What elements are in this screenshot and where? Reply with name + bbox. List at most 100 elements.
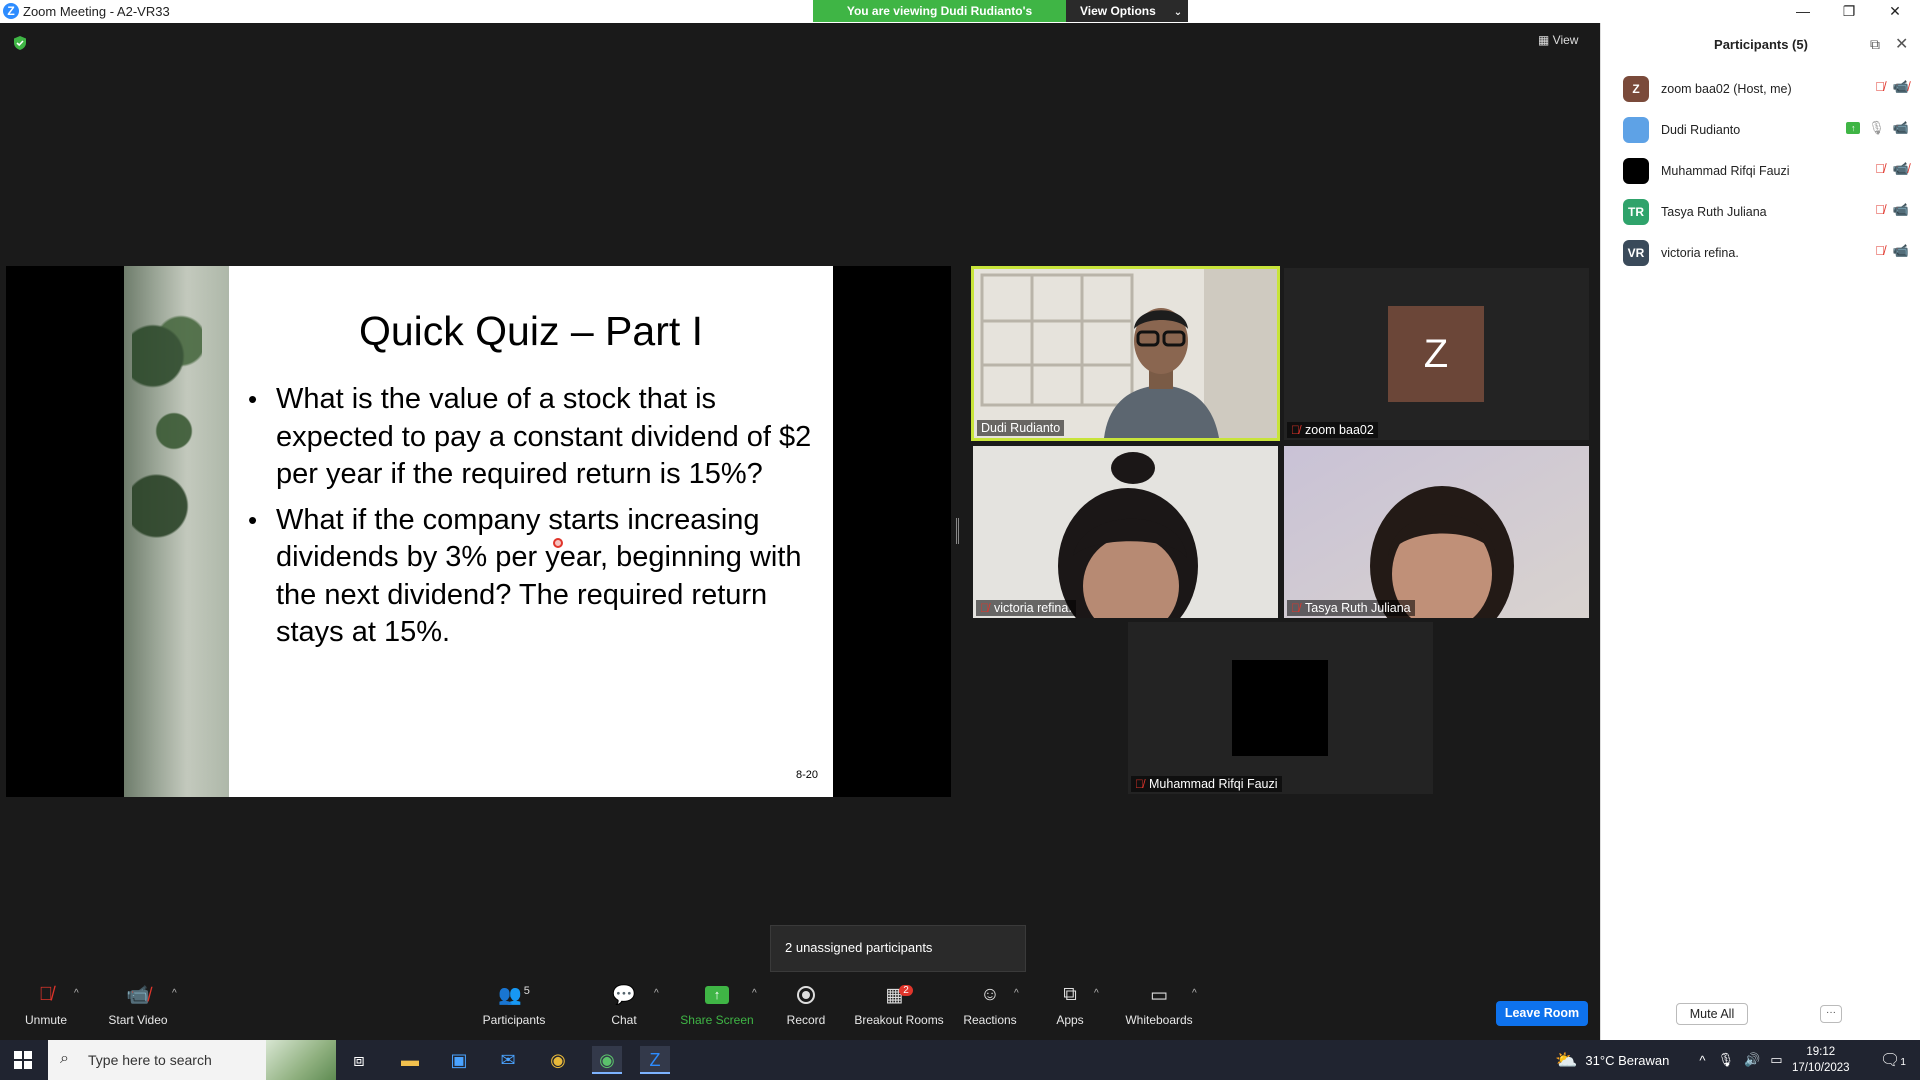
apps-button[interactable]: ⧉ Apps — [1052, 980, 1088, 1040]
mic-muted-icon: 🎙̸ — [38, 984, 54, 1005]
reactions-button[interactable]: ☺ Reactions — [962, 980, 1018, 1040]
mic-muted-icon: 🎙̸ — [1291, 601, 1300, 615]
participant-row[interactable]: Muhammad Rifqi Fauzi 🎙̸ 📹̸ — [1623, 157, 1909, 185]
start-video-button[interactable]: 📹̸ Start Video — [104, 980, 172, 1040]
close-panel-icon[interactable]: ✕ — [1895, 34, 1908, 54]
audio-options-chevron-icon[interactable]: ^ — [74, 988, 79, 999]
clock-date: 17/10/2023 — [1792, 1062, 1850, 1074]
record-button[interactable]: Record — [784, 980, 828, 1040]
zoom-app-icon[interactable]: Z — [640, 1046, 670, 1074]
chat-icon: 💬 — [612, 985, 636, 1006]
unmute-button[interactable]: 🎙̸ Unmute — [20, 980, 72, 1040]
more-options-button[interactable]: ··· — [1820, 1005, 1842, 1023]
windows-taskbar: ⌕ Type here to search ⧈ ▬ ▣ ✉ ◉ ◉ Z ⛅ 31… — [0, 1040, 1920, 1080]
microsoft-store-icon[interactable]: ▣ — [444, 1046, 474, 1074]
participant-name-label: 🎙̸ zoom baa02 — [1287, 422, 1378, 438]
windows-start-icon[interactable] — [14, 1051, 32, 1069]
split-view-drag-handle[interactable] — [956, 518, 959, 544]
zoom-logo-icon: Z — [3, 3, 19, 19]
video-tile-dudi[interactable]: Dudi Rudianto — [971, 266, 1280, 441]
weather-icon[interactable]: ⛅ — [1555, 1050, 1577, 1071]
popout-icon[interactable]: ⧉ — [1870, 36, 1880, 53]
breakout-rooms-button[interactable]: ▦ 2 Breakout Rooms — [854, 980, 944, 1040]
chat-label: Chat — [611, 1013, 637, 1027]
meeting-toolbar: 🎙̸ Unmute ^ 📹̸ Start Video ^ 👥 5 Particip… — [0, 980, 1600, 1040]
restore-button[interactable]: ❐ — [1826, 0, 1872, 23]
speaker-icon[interactable]: 🔊 — [1744, 1052, 1760, 1068]
video-off-icon: 📹̸ — [126, 985, 150, 1006]
mic-muted-icon: 🎙̸ — [1135, 777, 1144, 791]
participants-count: 5 — [523, 985, 530, 997]
share-screen-button[interactable]: ↑ Share Screen — [680, 980, 754, 1040]
whiteboards-options-chevron-icon[interactable]: ^ — [1192, 988, 1197, 999]
chat-options-chevron-icon[interactable]: ^ — [654, 988, 659, 999]
weather-text[interactable]: 31°C Berawan — [1585, 1053, 1669, 1068]
participants-panel: Participants (5) ⧉ ✕ Z zoom baa02 (Host,… — [1600, 23, 1920, 1040]
view-layout-button[interactable]: ▦ View — [1538, 33, 1578, 47]
close-window-button[interactable]: ✕ — [1872, 0, 1918, 23]
apps-label: Apps — [1056, 1013, 1084, 1027]
participant-name: Muhammad Rifqi Fauzi — [1661, 164, 1790, 178]
viewing-screen-label: You are viewing Dudi Rudianto's screen — [813, 0, 1066, 40]
screen-sharing-icon: ↑ — [1846, 122, 1861, 134]
breakout-rooms-icon: ▦ 2 — [854, 980, 944, 1010]
video-icon: 📹 — [1892, 202, 1909, 217]
video-tile-tasya[interactable]: 🎙̸ Tasya Ruth Juliana — [1284, 446, 1589, 618]
notification-count: 1 — [1900, 1057, 1906, 1068]
remote-cursor-indicator — [553, 538, 563, 548]
participant-name: Tasya Ruth Juliana — [1661, 205, 1767, 219]
participant-row[interactable]: Dudi Rudianto ↑ 🎙 📹 — [1623, 116, 1909, 144]
view-options-button[interactable]: View Options ⌄ — [1066, 0, 1188, 22]
show-hidden-icons-icon[interactable]: ^ — [1699, 1053, 1705, 1068]
slide-bullet: What is the value of a stock that is exp… — [248, 381, 821, 494]
search-icon: ⌕ — [60, 1050, 69, 1067]
record-icon — [784, 980, 828, 1010]
chrome-profile-icon[interactable]: ◉ — [592, 1046, 622, 1074]
chrome-icon[interactable]: ◉ — [543, 1046, 573, 1074]
tasya-video-feed — [1284, 446, 1589, 618]
video-options-chevron-icon[interactable]: ^ — [172, 988, 177, 999]
mail-icon[interactable]: ✉ — [493, 1046, 523, 1074]
network-icon[interactable]: ▭ — [1770, 1052, 1782, 1068]
participant-name: Dudi Rudianto — [1661, 123, 1741, 137]
unassigned-participants-popup[interactable]: 2 unassigned participants — [770, 925, 1026, 972]
video-tile-victoria[interactable]: 🎙̸ victoria refina. — [973, 446, 1278, 618]
unmute-label: Unmute — [24, 1013, 68, 1027]
participants-icon: 👥 5 — [498, 985, 530, 1006]
taskbar-search-box[interactable]: ⌕ Type here to search — [48, 1040, 336, 1080]
whiteboards-label: Whiteboards — [1125, 1013, 1193, 1027]
view-layout-label: View — [1552, 33, 1579, 47]
slide-title: Quick Quiz – Part I — [358, 308, 704, 354]
taskbar-clock[interactable]: 19:12 17/10/2023 — [1792, 1044, 1850, 1076]
share-screen-icon: ↑ — [680, 980, 754, 1010]
mute-all-button[interactable]: Mute All — [1676, 1003, 1748, 1025]
participant-name-label: 🎙̸ Muhammad Rifqi Fauzi — [1131, 776, 1282, 792]
leave-room-button[interactable]: Leave Room — [1496, 1001, 1588, 1026]
video-tile-muhammad[interactable]: 🎙̸ Muhammad Rifqi Fauzi — [1128, 622, 1433, 794]
video-off-icon: 📹̸ — [1892, 79, 1909, 94]
participant-name-label: 🎙̸ victoria refina. — [976, 600, 1076, 616]
microphone-icon[interactable]: 🎙 — [1718, 1052, 1735, 1068]
avatar — [1623, 117, 1649, 143]
participant-row[interactable]: VR victoria refina. 🎙̸ 📹 — [1623, 239, 1909, 267]
participant-row[interactable]: Z zoom baa02 (Host, me) 🎙̸ 📹̸ — [1623, 75, 1909, 103]
file-explorer-icon[interactable]: ▬ — [395, 1046, 425, 1074]
apps-options-chevron-icon[interactable]: ^ — [1094, 988, 1099, 999]
window-title: Zoom Meeting - A2-VR33 — [23, 4, 170, 19]
security-shield-icon[interactable] — [12, 35, 28, 51]
chevron-down-icon: ⌄ — [1173, 7, 1183, 18]
participants-button[interactable]: 👥 5 Participants — [478, 980, 550, 1040]
reactions-options-chevron-icon[interactable]: ^ — [1014, 988, 1019, 999]
participant-row[interactable]: TR Tasya Ruth Juliana 🎙̸ 📹 — [1623, 198, 1909, 226]
participant-name-label: 🎙̸ Tasya Ruth Juliana — [1287, 600, 1415, 616]
chat-button[interactable]: 💬 Chat — [604, 980, 644, 1040]
whiteboards-button[interactable]: ▭ Whiteboards — [1124, 980, 1194, 1040]
notifications-icon[interactable]: 🗨1 — [1880, 1050, 1906, 1070]
task-view-icon[interactable]: ⧈ — [344, 1046, 374, 1074]
share-options-chevron-icon[interactable]: ^ — [752, 988, 757, 999]
dudi-video-feed — [974, 269, 1277, 438]
slide-bullet: What if the company starts increasing di… — [248, 502, 821, 652]
video-tile-zoom-baa02[interactable]: Z 🎙̸ zoom baa02 — [1284, 268, 1589, 440]
minimize-button[interactable]: — — [1780, 0, 1826, 23]
record-label: Record — [786, 1013, 826, 1027]
